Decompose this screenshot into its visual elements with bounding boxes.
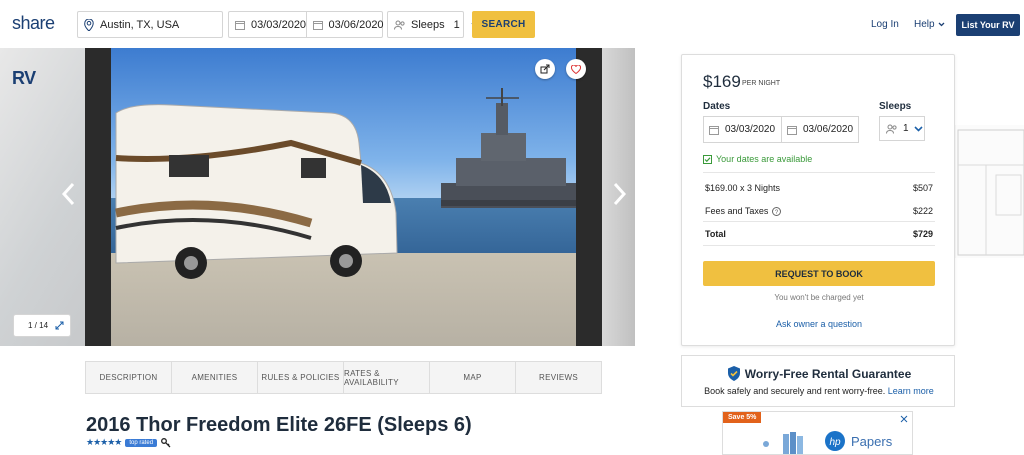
dates-label: Dates	[703, 101, 731, 112]
logo-text-share: share	[12, 13, 55, 33]
photo-counter[interactable]: 1 / 14	[13, 314, 71, 337]
booking-card: $169 PER NIGHT Dates Sleeps 03/03/2020 0…	[681, 54, 955, 346]
total-value: $729	[912, 229, 933, 239]
ask-owner-link[interactable]: Ask owner a question	[682, 319, 956, 329]
location-input[interactable]: Austin, TX, USA	[77, 11, 223, 38]
tab-map[interactable]: MAP	[430, 362, 516, 393]
ad-brand-text: Papers	[851, 433, 893, 449]
tab-reviews[interactable]: REVIEWS	[516, 362, 601, 393]
search-dates[interactable]: 03/03/2020 03/06/2020	[228, 11, 384, 38]
listing-tabs: DESCRIPTION AMENITIES RULES & POLICIES R…	[85, 361, 602, 394]
end-date-value: 03/06/2020	[328, 18, 384, 31]
booking-sleeps-value: 1	[903, 123, 909, 134]
rvshare-logo[interactable]: RV share	[12, 13, 55, 88]
help-label: Help	[914, 19, 935, 30]
nightly-price: $169	[703, 72, 741, 91]
ad-info-icon[interactable]	[900, 415, 908, 423]
tab-rates-availability[interactable]: RATES & AVAILABILITY	[344, 362, 430, 393]
chevron-down-icon	[913, 125, 923, 132]
nights-value: $507	[912, 183, 933, 193]
location-value: Austin, TX, USA	[100, 18, 180, 31]
search-button[interactable]: SEARCH	[472, 11, 535, 38]
floorplan-image	[957, 129, 1024, 256]
calendar-icon	[312, 20, 323, 30]
login-link[interactable]: Log In	[871, 19, 899, 30]
booking-start-date-value: 03/03/2020	[725, 124, 776, 135]
calendar-icon	[709, 125, 719, 135]
start-date-value: 03/03/2020	[251, 18, 307, 31]
booking-dates[interactable]: 03/03/2020 03/06/2020	[703, 116, 859, 143]
people-icon	[394, 20, 405, 30]
fees-row: Fees and Taxes ? $222	[705, 206, 933, 216]
help-circle-icon[interactable]: ?	[772, 206, 782, 216]
list-your-rv-button[interactable]: List Your RV	[956, 14, 1020, 36]
next-photo-arrow[interactable]	[610, 181, 628, 207]
booking-sleeps-selector[interactable]: 1	[879, 116, 925, 141]
listing-rating: ★★★★★ top rated	[86, 437, 171, 448]
guarantee-banner: Worry-Free Rental Guarantee Book safely …	[681, 355, 955, 407]
not-charged-note: You won't be charged yet	[774, 293, 864, 302]
tab-rules-policies[interactable]: RULES & POLICIES	[258, 362, 344, 393]
fees-value: $222	[912, 206, 933, 216]
request-to-book-button[interactable]: REQUEST TO BOOK	[703, 261, 935, 286]
tab-amenities[interactable]: AMENITIES	[172, 362, 258, 393]
tab-description[interactable]: DESCRIPTION	[86, 362, 172, 393]
total-row: Total $729	[705, 229, 933, 239]
guarantee-subtitle-row: Book safely and securely and rent worry-…	[682, 386, 956, 396]
battleship-image	[441, 88, 576, 208]
calendar-icon	[787, 125, 797, 135]
location-pin-icon	[84, 18, 94, 31]
top-header: RV share Austin, TX, USA 03/03/2020 03/06…	[0, 0, 1024, 88]
end-date-field[interactable]: 03/06/2020	[305, 12, 384, 37]
people-icon	[886, 124, 897, 134]
calendar-icon	[235, 20, 245, 30]
guarantee-title-row: Worry-Free Rental Guarantee	[682, 366, 956, 381]
total-label: Total	[705, 229, 726, 239]
help-menu[interactable]: Help	[914, 19, 945, 30]
nights-row: $169.00 x 3 Nights $507	[705, 183, 933, 193]
fees-label: Fees and Taxes	[705, 206, 769, 216]
share-button[interactable]	[535, 59, 555, 79]
shield-icon	[727, 366, 740, 381]
svg-text:hp: hp	[829, 437, 841, 448]
sleeps-value: 1	[453, 18, 460, 31]
guarantee-title: Worry-Free Rental Guarantee	[744, 366, 912, 381]
logo-text-rv: RV	[12, 68, 36, 88]
gallery-frame-right	[576, 48, 602, 346]
nights-label: $169.00 x 3 Nights	[705, 183, 781, 193]
per-night-label: PER NIGHT	[742, 80, 781, 87]
ad-save-badge: Save 5%	[723, 412, 762, 423]
expand-icon	[55, 321, 64, 330]
floorplan-preview	[955, 125, 1024, 258]
rating-stars: ★★★★★	[86, 437, 122, 447]
heart-icon	[571, 64, 581, 74]
paper-stack-icon	[763, 432, 803, 454]
ad-brand: hp Papers	[825, 431, 892, 451]
listing-title: 2016 Thor Freedom Elite 26FE (Sleeps 6)	[86, 414, 472, 436]
sleeps-label: Sleeps	[879, 101, 912, 112]
share-icon	[540, 64, 550, 74]
guarantee-subtitle: Book safely and securely and rent worry-…	[704, 386, 886, 396]
availability-text: Your dates are available	[716, 154, 813, 164]
divider	[703, 221, 935, 222]
key-icon	[161, 437, 171, 447]
sleeps-label: Sleeps	[411, 18, 445, 31]
checkbox-checked-icon	[703, 154, 712, 164]
sleeps-selector[interactable]: Sleeps 1	[387, 11, 480, 38]
top-rated-badge: top rated	[125, 438, 158, 447]
photo-counter-text: 1 / 14	[28, 321, 49, 330]
availability-message: Your dates are available	[703, 154, 812, 164]
advertisement[interactable]: Save 5% hp Papers	[722, 411, 913, 455]
divider	[703, 172, 935, 173]
fees-label-wrap: Fees and Taxes ?	[705, 206, 782, 216]
booking-start-date[interactable]: 03/03/2020	[704, 117, 781, 142]
booking-end-date-value: 03/06/2020	[803, 124, 854, 135]
learn-more-link[interactable]: Learn more	[888, 386, 934, 396]
chevron-down-icon	[938, 22, 945, 27]
favorite-button[interactable]	[566, 59, 586, 79]
start-date-field[interactable]: 03/03/2020	[229, 12, 306, 37]
divider	[703, 245, 935, 246]
hp-logo-icon: hp	[825, 431, 845, 451]
booking-end-date[interactable]: 03/06/2020	[781, 117, 858, 142]
